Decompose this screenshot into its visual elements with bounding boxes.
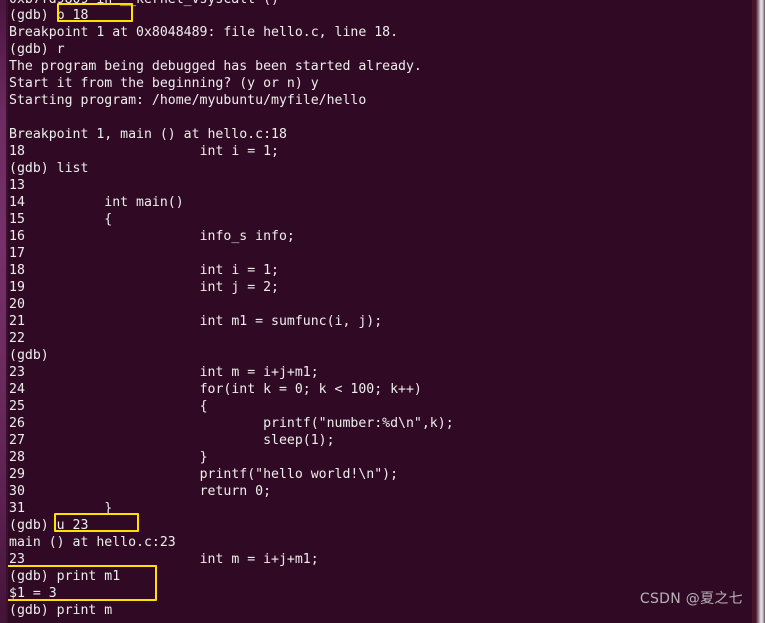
terminal-line: 25 {: [9, 399, 208, 414]
terminal-line: 18 int i = 1;: [9, 144, 279, 159]
terminal-window: 0xb7fd9809 in __kernel_vsyscall () (gdb)…: [0, 0, 765, 623]
terminal-line: (gdb) u 23: [9, 518, 89, 533]
terminal-line: $1 = 3: [9, 586, 57, 601]
terminal-line: 17: [9, 246, 25, 261]
terminal-line: 24 for(int k = 0; k < 100; k++): [9, 382, 422, 397]
terminal-line: main () at hello.c:23: [9, 535, 176, 550]
terminal-line: (gdb): [9, 348, 49, 363]
terminal-line: (gdb) b 18: [9, 8, 89, 23]
terminal-line: 23 int m = i+j+m1;: [9, 365, 319, 380]
terminal-line: (gdb) list: [9, 161, 89, 176]
terminal-line: (gdb) r: [9, 42, 65, 57]
terminal-line: 13: [9, 178, 25, 193]
terminal-line: 30 return 0;: [9, 484, 272, 499]
window-right-edge: [756, 0, 765, 623]
terminal-line: 20: [9, 297, 25, 312]
terminal-line: The program being debugged has been star…: [9, 59, 422, 74]
terminal-line: 23 int m = i+j+m1;: [9, 552, 319, 567]
terminal-line: 26 printf("number:%d\n",k);: [9, 416, 454, 431]
csdn-watermark: CSDN @夏之七: [639, 591, 743, 607]
window-left-edge-inner: [6, 0, 8, 623]
terminal-line: 15 {: [9, 212, 113, 227]
terminal-line: 28 }: [9, 450, 208, 465]
terminal-screen[interactable]: 0xb7fd9809 in __kernel_vsyscall () (gdb)…: [0, 0, 765, 623]
terminal-line: 29 printf("hello world!\n");: [9, 467, 399, 482]
terminal-line: (gdb) print m: [9, 603, 113, 618]
terminal-line: 27 sleep(1);: [9, 433, 335, 448]
terminal-line: Breakpoint 1 at 0x8048489: file hello.c,…: [9, 25, 399, 40]
terminal-line: 21 int m1 = sumfunc(i, j);: [9, 314, 383, 329]
terminal-line: (gdb) print m1: [9, 569, 121, 584]
terminal-line: 31 }: [9, 501, 113, 516]
terminal-line: 19 int j = 2;: [9, 280, 279, 295]
terminal-line: Start it from the beginning? (y or n) y: [9, 76, 319, 91]
terminal-line: Starting program: /home/myubuntu/myfile/…: [9, 93, 367, 108]
terminal-line: 18 int i = 1;: [9, 263, 279, 278]
terminal-line: 16 info_s info;: [9, 229, 295, 244]
terminal-line: 14 int main(): [9, 195, 184, 210]
terminal-line: 22: [9, 331, 25, 346]
terminal-line: Breakpoint 1, main () at hello.c:18: [9, 127, 287, 142]
